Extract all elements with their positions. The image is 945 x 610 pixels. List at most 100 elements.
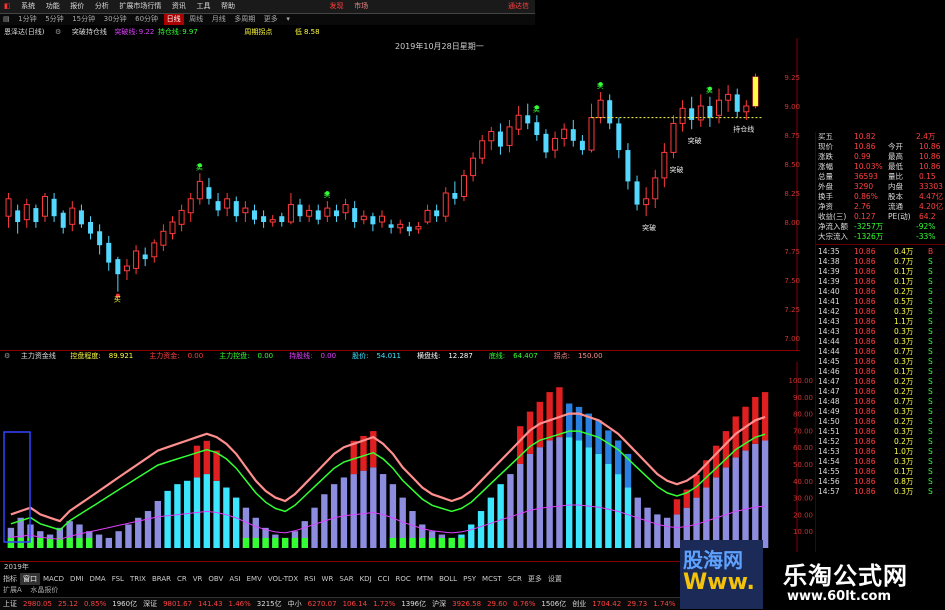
indicator-tab[interactable]: MCST: [479, 573, 505, 585]
menu-item-function[interactable]: 功能: [42, 0, 64, 13]
sub-tick-label: 70.00: [793, 427, 813, 435]
candle-body: [452, 193, 458, 199]
indicator-tab[interactable]: MACD: [40, 573, 67, 585]
tick-row: 14:40 10.86 0.2万 S: [816, 287, 945, 297]
sub-bar-cap: [673, 499, 681, 515]
quote-row-label: 涨幅: [818, 162, 833, 171]
period-day[interactable]: 日线: [163, 14, 184, 25]
index-value: 2980.05: [23, 600, 52, 608]
chevron-down-icon[interactable]: ▾: [283, 14, 293, 25]
period-month[interactable]: 月线: [209, 14, 229, 25]
sub-indicator-item: 控盘程度: 89.921: [62, 352, 141, 360]
stock-name: 恩泽达(日线): [4, 28, 45, 36]
menu-item-tools[interactable]: 工具: [192, 0, 214, 13]
menu-item-discover[interactable]: 发现: [326, 0, 348, 13]
quote-row-value: 0.86%: [854, 192, 878, 201]
indicator-tab[interactable]: CCI: [375, 573, 393, 585]
candlestick-chart[interactable]: 2019年10月28日星期一 9.25 9.00 8.75 8.50 8.25 8.00 7…: [0, 38, 800, 350]
quote-row: 净流入额 -3257万 -92%: [816, 222, 945, 232]
index-label[interactable]: 中小: [285, 598, 305, 610]
indicator-tab[interactable]: SAR: [336, 573, 356, 585]
period-15min[interactable]: 15分钟: [69, 14, 98, 25]
tick-volume: 0.5万: [894, 297, 914, 306]
indicator-tab[interactable]: BRAR: [149, 573, 174, 585]
index-label[interactable]: 深证: [140, 598, 160, 610]
quote-row: 涨幅 10.03% 最低 10.86: [816, 162, 945, 172]
tick-time: 14:48: [818, 397, 840, 406]
candle-body: [178, 209, 185, 225]
sub-bar: [213, 480, 220, 548]
candle-body: [515, 114, 522, 130]
sub-indicator-item-label: 控盘程度:: [70, 352, 101, 360]
indicator-tab[interactable]: VR: [190, 573, 206, 585]
indicator-tab[interactable]: CR: [174, 573, 190, 585]
indicator-tab[interactable]: VOL-TDX: [265, 573, 301, 585]
sub-indicator-name[interactable]: 主力资金线: [17, 352, 60, 360]
tab-crystal-quote[interactable]: 水晶报价: [27, 585, 61, 596]
indicator-tab[interactable]: ASI: [226, 573, 243, 585]
period-30min[interactable]: 30分钟: [101, 14, 130, 25]
indicator-tab[interactable]: DMA: [86, 573, 108, 585]
price-tick-label: 8.50: [784, 161, 800, 169]
tick-time: 14:39: [818, 277, 840, 286]
indicator-tab[interactable]: BOLL: [436, 573, 460, 585]
candle-body: [169, 221, 176, 235]
sub-indicator-item: 主力资金: 0.00: [141, 352, 211, 360]
candle-body: [588, 117, 595, 151]
candle-body: [415, 226, 422, 230]
indicator-tab[interactable]: KDJ: [357, 573, 375, 585]
date-bar[interactable]: 2019年: [0, 561, 680, 572]
period-more[interactable]: 更多: [261, 14, 281, 25]
indicator-tab[interactable]: WR: [319, 573, 337, 585]
index-label[interactable]: 上证: [0, 598, 20, 610]
indicator-tab[interactable]: 窗口: [20, 573, 40, 585]
sub-bar: [468, 524, 475, 548]
indicator-tab[interactable]: MTM: [414, 573, 436, 585]
indicator-tab[interactable]: DMI: [67, 573, 87, 585]
indicator-tab[interactable]: ROC: [392, 573, 413, 585]
sub-indicator-item-value: 0.00: [187, 352, 204, 360]
index-label[interactable]: 创业: [569, 598, 589, 610]
candle-body: [251, 210, 257, 220]
index-label[interactable]: 沪深: [429, 598, 449, 610]
period-week[interactable]: 周线: [186, 14, 206, 25]
period-5min[interactable]: 5分钟: [42, 14, 66, 25]
indicator-tab[interactable]: 指标: [0, 573, 20, 585]
menu-item-system[interactable]: 系统: [17, 0, 39, 13]
candle-body: [716, 99, 723, 116]
indicator-tab[interactable]: PSY: [460, 573, 479, 585]
candle-body: [41, 195, 48, 217]
tick-row: 14:57 10.86 0.3万 S: [816, 487, 945, 497]
indicator-tab[interactable]: EMV: [244, 573, 265, 585]
menu-item-analysis[interactable]: 分析: [91, 0, 113, 13]
indicator-tab[interactable]: FSL: [109, 573, 127, 585]
period-60min[interactable]: 60分钟: [132, 14, 161, 25]
menu-item-news[interactable]: 资讯: [168, 0, 190, 13]
quote-row-value: 10.03%: [854, 162, 883, 171]
period-multi[interactable]: 多周期: [231, 14, 258, 25]
indicator-tab[interactable]: OBV: [205, 573, 226, 585]
indicator-tab[interactable]: 更多: [525, 573, 545, 585]
indicator-tab[interactable]: RSI: [301, 573, 318, 585]
tab-extend-a[interactable]: 扩展A: [0, 585, 25, 596]
menu-item-quote[interactable]: 报价: [66, 0, 88, 13]
tick-price: 10.86: [854, 487, 876, 496]
menu-item-market[interactable]: 市场: [350, 0, 372, 13]
sub-bar: [330, 484, 338, 548]
sub-indicator-icon[interactable]: ⚙: [0, 352, 14, 360]
indicator-tab[interactable]: 设置: [545, 573, 565, 585]
menu-item-help[interactable]: 帮助: [217, 0, 239, 13]
indicator-tab[interactable]: TRIX: [127, 573, 149, 585]
sub-indicator-chart[interactable]: 100.00 90.00 80.00 70.00 60.00 50.00 40.00 30.0…: [0, 362, 815, 552]
candle-body: [133, 250, 140, 269]
tick-volume: 0.3万: [894, 407, 914, 416]
tick-volume: 0.2万: [894, 287, 914, 296]
formula-name[interactable]: 突破持仓线: [68, 28, 111, 36]
toolbar-menu-icon[interactable]: ▤: [0, 14, 13, 25]
quote-row-right: PE(动): [888, 212, 911, 221]
menu-item-ext-market[interactable]: 扩展市场行情: [115, 0, 165, 13]
period-1min[interactable]: 1分钟: [15, 14, 39, 25]
sub-tick-label: 20.00: [793, 511, 813, 519]
indicator-tab[interactable]: SCR: [505, 573, 525, 585]
gear-icon[interactable]: ⚙: [51, 28, 65, 36]
